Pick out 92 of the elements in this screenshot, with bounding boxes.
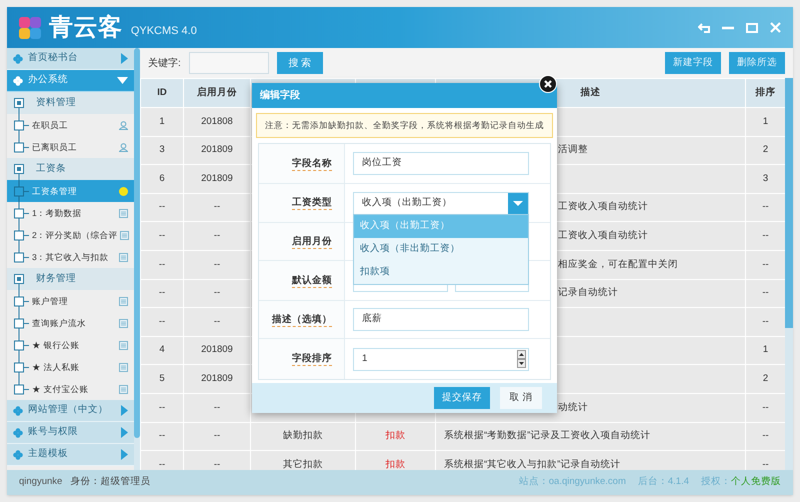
- tree-node-icon: [13, 114, 30, 136]
- cancel-button[interactable]: 取 消: [500, 387, 542, 409]
- sidebar-section[interactable]: 首页秘书台: [7, 48, 134, 70]
- username-text: qingyunke: [19, 475, 62, 490]
- user-icon: [119, 142, 128, 152]
- table-cell: 1: [140, 108, 184, 136]
- license-label: 授权：: [701, 475, 731, 490]
- table-cell: --: [140, 222, 184, 250]
- site-text: 站点：oa.qingyunke.com: [518, 475, 626, 490]
- sidebar-item[interactable]: ★ 支付宝公账: [7, 378, 134, 400]
- table-cell: --: [140, 393, 184, 422]
- select-field[interactable]: 收入项（出勤工资）: [353, 192, 529, 214]
- document-icon: [119, 252, 128, 262]
- table-cell: --: [140, 308, 184, 336]
- sidebar-item[interactable]: 查询账户流水: [7, 312, 134, 334]
- caret-right-icon: [121, 405, 128, 416]
- caret-right-icon: [121, 427, 128, 438]
- logo-icon: [19, 16, 41, 38]
- document-icon: [120, 230, 129, 240]
- sidebar-item[interactable]: 3：其它收入与扣款: [7, 246, 134, 268]
- table-cell: --: [184, 393, 250, 422]
- tree-node-icon: [13, 334, 30, 356]
- document-icon: [119, 318, 128, 328]
- sidebar-item[interactable]: 在职员工: [7, 114, 134, 136]
- group-label: 资料管理: [36, 96, 76, 110]
- column-header: ID: [140, 78, 184, 108]
- table-cell: 201809: [184, 164, 250, 194]
- field-label: 字段排序: [292, 352, 332, 366]
- table-cell: --: [184, 308, 250, 336]
- backend-version-text: 后台：4.1.4: [638, 475, 689, 490]
- close-icon[interactable]: [539, 75, 557, 93]
- field-label: 描述（选填）: [272, 312, 332, 326]
- sidebar-section[interactable]: 网站管理（中文）: [7, 400, 134, 422]
- document-icon: [119, 362, 128, 372]
- sidebar-section[interactable]: 账号与权限: [7, 422, 134, 444]
- sidebar-scrollbar[interactable]: [134, 48, 140, 470]
- tree-node-icon: [13, 202, 30, 224]
- number-field[interactable]: 1: [353, 348, 529, 370]
- group-label: 财务管理: [36, 272, 76, 286]
- document-icon: [119, 208, 128, 218]
- table-cell: --: [184, 222, 250, 250]
- tree-node-icon: [13, 224, 30, 246]
- clover-icon: [13, 428, 23, 438]
- document-icon: [119, 384, 128, 394]
- table-cell: 6: [140, 164, 184, 194]
- tree-node-icon: [13, 290, 30, 312]
- sidebar-section[interactable]: 主题模板: [7, 444, 134, 466]
- sidebar-item[interactable]: 1：考勤数据: [7, 202, 134, 224]
- sidebar-item[interactable]: ★ 银行公账: [7, 334, 134, 356]
- input-field[interactable]: 岗位工资: [353, 152, 529, 175]
- input-field[interactable]: 底薪: [353, 308, 529, 331]
- document-icon: [119, 340, 128, 350]
- sidebar-item[interactable]: 2：评分奖励（综合评: [7, 224, 134, 246]
- field-label: 默认金额: [292, 274, 332, 288]
- dialog-title: 编辑字段: [252, 83, 557, 108]
- group-label: 工资条: [36, 162, 66, 176]
- back-icon[interactable]: [698, 22, 710, 32]
- sidebar-item[interactable]: 账户管理: [7, 290, 134, 312]
- table-cell: 5: [140, 364, 184, 394]
- maximize-icon[interactable]: [746, 22, 758, 32]
- spinner-arrows-icon[interactable]: [517, 350, 526, 368]
- user-icon: [119, 120, 128, 130]
- notice-text: 注意：无需添加缺勤扣款、全勤奖字段，系统将根据考勤记录自动生成: [256, 113, 553, 138]
- field-label: 启用月份: [292, 234, 332, 248]
- clover-icon: [13, 406, 23, 416]
- tree-node-icon: [13, 356, 30, 378]
- field-label: 字段名称: [292, 156, 332, 170]
- logo-text: 青云客: [49, 12, 123, 42]
- table-scrollbar[interactable]: [785, 78, 793, 470]
- tree-node-icon: [13, 312, 30, 334]
- tree-node-icon: [13, 180, 30, 202]
- caret-right-icon: [121, 53, 128, 64]
- table-cell: --: [184, 250, 250, 280]
- field-label: 工资类型: [292, 196, 332, 210]
- caret-down-icon: [117, 77, 128, 84]
- sidebar-item[interactable]: 已离职员工: [7, 136, 134, 158]
- role-text: 身份：超级管理员: [70, 475, 150, 490]
- clover-icon: [13, 54, 23, 64]
- document-icon: [119, 296, 128, 306]
- keyword-field[interactable]: [188, 52, 269, 74]
- caret-right-icon: [121, 449, 128, 460]
- license-text: 个人免费版: [731, 475, 781, 490]
- table-cell: 201808: [184, 108, 250, 136]
- caret-down-icon: [508, 192, 528, 214]
- clover-icon: [13, 450, 23, 460]
- table-cell: --: [140, 250, 184, 280]
- version-text: QYKCMS 4.0: [130, 24, 197, 40]
- keyword-label: 关键字:: [148, 56, 181, 70]
- sidebar-item[interactable]: ★ 法人私账: [7, 356, 134, 378]
- status-dot-icon: [119, 186, 128, 196]
- table-cell: 201809: [184, 364, 250, 394]
- clover-icon: [13, 76, 23, 86]
